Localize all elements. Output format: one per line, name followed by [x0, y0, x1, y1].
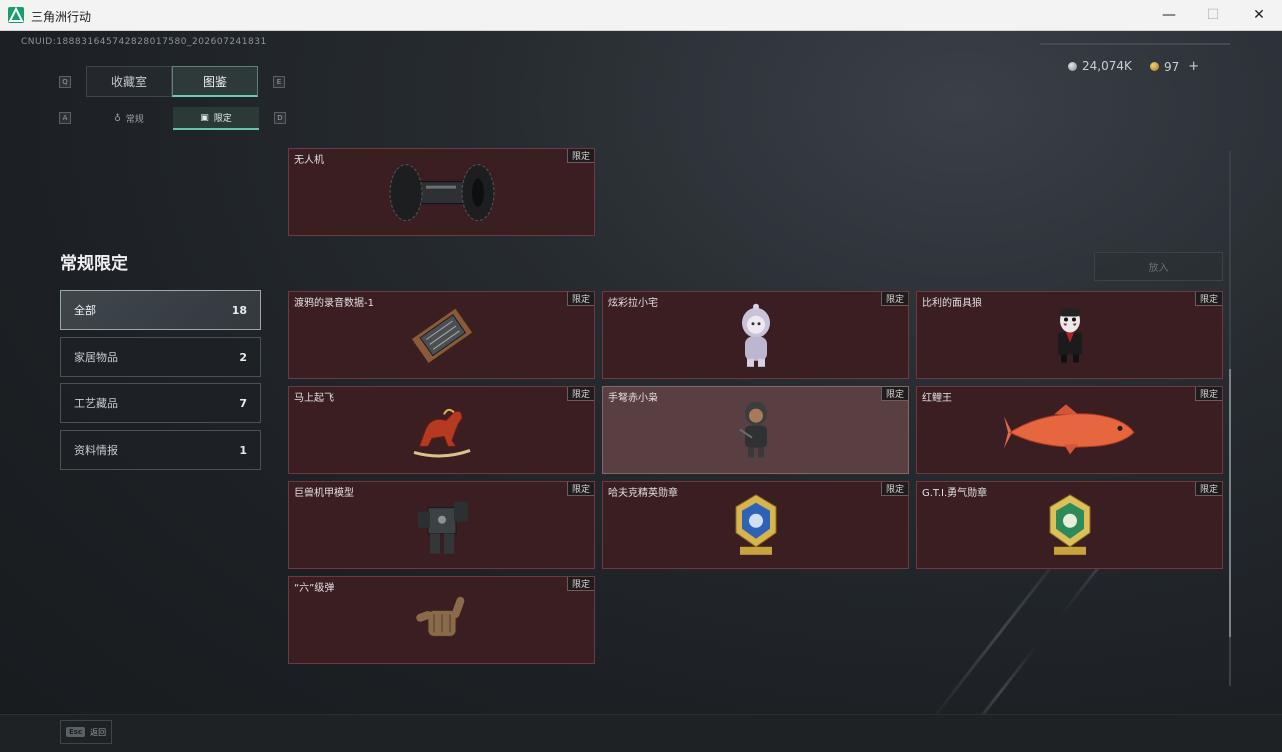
- green-medal-icon: [1044, 493, 1096, 563]
- category-crafts[interactable]: 工艺藏品 7: [60, 383, 261, 423]
- game-stage: CNUID:188831645742828017580_202607241831…: [0, 31, 1282, 752]
- hooded-figure-icon: [736, 303, 776, 373]
- crossbow-figure-icon: [738, 400, 774, 466]
- gold-currency: 97 +: [1150, 59, 1199, 74]
- collection-card[interactable]: G.T.I.勇气勋章 限定: [916, 481, 1223, 569]
- rocking-horse-icon: [408, 402, 476, 462]
- category-label: 全部: [74, 304, 96, 317]
- puppet-doll-icon: [1052, 306, 1088, 368]
- esc-key-hint: Esc: [66, 727, 86, 737]
- silver-coin-icon: [1068, 61, 1077, 71]
- section-title: 常规限定: [60, 254, 128, 274]
- tab-collection-room[interactable]: 收藏室: [86, 66, 172, 97]
- subtab-limited[interactable]: ▣ 限定: [173, 107, 259, 130]
- category-intel[interactable]: 资料情报 1: [60, 430, 261, 470]
- prev-tab-key-hint: Q: [59, 76, 71, 88]
- card-name: 马上起飞: [294, 393, 334, 404]
- next-tab-key-hint: E: [273, 76, 285, 88]
- limited-tag: 限定: [880, 292, 908, 306]
- player-uid: CNUID:188831645742828017580_202607241831: [21, 37, 267, 47]
- collection-card[interactable]: 马上起飞 限定: [288, 386, 595, 474]
- blue-medal-icon: [730, 493, 782, 563]
- card-name: 哈夫克精英勋章: [608, 488, 678, 499]
- maximize-button[interactable]: ☐: [1190, 0, 1236, 30]
- minimize-button[interactable]: —: [1146, 0, 1192, 30]
- limited-tag: 限定: [880, 482, 908, 496]
- card-name: 比利的面具狼: [922, 298, 982, 309]
- red-carp-icon: [1003, 402, 1136, 462]
- back-button[interactable]: Esc 返回: [60, 720, 113, 744]
- category-label: 工艺藏品: [74, 397, 118, 410]
- limited-tag: 限定: [566, 577, 594, 591]
- prev-subtab-key-hint: A: [59, 112, 71, 124]
- scrollbar-thumb[interactable]: [1229, 369, 1231, 637]
- next-subtab-key-hint: D: [274, 112, 286, 124]
- limited-tag: 限定: [566, 482, 594, 496]
- delta-force-logo-icon: [8, 7, 24, 23]
- limited-icon: ▣: [200, 112, 209, 123]
- collection-card[interactable]: 炫彩拉小宅 限定: [602, 291, 909, 379]
- header-divider: [1040, 43, 1230, 45]
- add-currency-button[interactable]: +: [1188, 59, 1199, 74]
- window-titlebar: 三角洲行动 — ☐ ✕: [0, 0, 1282, 31]
- collection-card[interactable]: 比利的面具狼 限定: [916, 291, 1223, 379]
- card-name: 红鲤王: [922, 393, 952, 404]
- card-name: 巨兽机甲模型: [294, 488, 354, 499]
- shaka-hand-icon: [410, 592, 474, 652]
- silver-currency: 24,074K: [1068, 59, 1132, 73]
- collection-card[interactable]: 渡鸦的录音数据-1 限定: [288, 291, 595, 379]
- limited-tag: 限定: [566, 149, 594, 163]
- limited-tag: 限定: [1194, 387, 1222, 401]
- silver-amount: 24,074K: [1082, 59, 1132, 73]
- back-label: 返回: [90, 727, 107, 737]
- close-button[interactable]: ✕: [1236, 0, 1282, 30]
- limited-tag: 限定: [566, 387, 594, 401]
- card-name: 手弩赤小枭: [608, 393, 658, 404]
- card-name: 无人机: [294, 155, 324, 166]
- put-in-button[interactable]: 放入: [1094, 252, 1223, 281]
- category-count: 1: [239, 443, 247, 457]
- card-name: 渡鸦的录音数据-1: [294, 298, 374, 309]
- subtab-regular-label: 常规: [125, 115, 144, 125]
- category-all[interactable]: 全部 18: [60, 290, 261, 330]
- category-label: 资料情报: [74, 444, 118, 457]
- limited-tag: 限定: [880, 387, 908, 401]
- recording-device-icon: [407, 303, 477, 373]
- collection-card[interactable]: 巨兽机甲模型 限定: [288, 481, 595, 569]
- collection-card[interactable]: 红鲤王 限定: [916, 386, 1223, 474]
- subtab-limited-label: 限定: [213, 114, 232, 124]
- footer-bar: Esc 返回: [0, 714, 1282, 752]
- category-home-items[interactable]: 家居物品 2: [60, 337, 261, 377]
- subtab-regular[interactable]: ♁ 常规: [86, 107, 172, 130]
- limited-tag: 限定: [1194, 482, 1222, 496]
- collection-card[interactable]: 无人机 限定: [288, 148, 595, 236]
- card-name: 炫彩拉小宅: [608, 298, 658, 309]
- tab-catalog[interactable]: 图鉴: [172, 66, 258, 97]
- limited-tag: 限定: [566, 292, 594, 306]
- card-name: “六”级弹: [294, 583, 335, 594]
- category-count: 18: [231, 303, 247, 317]
- category-count: 2: [239, 350, 247, 364]
- category-label: 家居物品: [74, 351, 118, 364]
- gold-amount: 97: [1164, 59, 1180, 74]
- collection-card[interactable]: 哈夫克精英勋章 限定: [602, 481, 909, 569]
- mech-model-icon: [410, 494, 474, 562]
- collection-card[interactable]: 手弩赤小枭 限定: [602, 386, 909, 474]
- category-count: 7: [239, 396, 247, 410]
- gold-coin-icon: [1150, 62, 1159, 71]
- limited-tag: 限定: [1194, 292, 1222, 306]
- collection-card[interactable]: “六”级弹 限定: [288, 576, 595, 664]
- flame-icon: ♁: [114, 113, 121, 124]
- drone-wheel-icon: [386, 162, 498, 228]
- card-name: G.T.I.勇气勋章: [922, 488, 988, 499]
- window-title: 三角洲行动: [31, 10, 92, 24]
